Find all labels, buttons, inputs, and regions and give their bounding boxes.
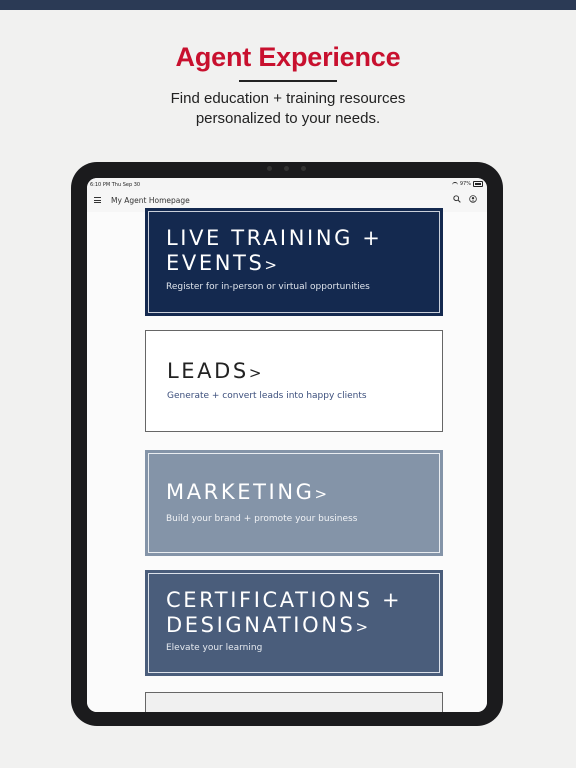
battery-percent: 97%	[459, 181, 471, 187]
card-title-line-1: MARKETING	[166, 480, 315, 504]
camera-dot	[301, 166, 306, 171]
card-description: Register for in-person or virtual opport…	[166, 282, 370, 292]
status-bar: 6:10 PM Thu Sep 30 97%	[87, 178, 487, 190]
tablet-screen: 6:10 PM Thu Sep 30 97% My Agent Homepage	[87, 178, 487, 712]
chevron-right-icon: >	[264, 256, 277, 274]
card-description: Build your brand + promote your business	[166, 514, 358, 524]
content-scroll-area[interactable]: LIVE TRAINING + EVENTS> Register for in-…	[87, 208, 487, 712]
chevron-right-icon: >	[314, 485, 328, 503]
profile-icon[interactable]	[469, 195, 477, 203]
card-live-training-events[interactable]: LIVE TRAINING + EVENTS> Register for in-…	[145, 208, 443, 316]
app-title: My Agent Homepage	[111, 196, 190, 205]
card-certifications-designations[interactable]: CERTIFICATIONS + DESIGNATIONS> Elevate y…	[145, 570, 443, 676]
chevron-right-icon: >	[248, 364, 262, 382]
chevron-right-icon: >	[355, 618, 369, 636]
card-title: LEADS>	[167, 359, 261, 386]
top-accent-bar	[0, 0, 576, 10]
status-indicators: 97%	[451, 181, 483, 187]
promo-headline: Agent Experience	[175, 42, 401, 72]
promo-subtitle-line-2: personalized to your needs.	[195, 110, 381, 127]
status-time: 6:10 PM Thu Sep 30	[90, 182, 141, 188]
card-title: MARKETING>	[166, 480, 327, 507]
camera-dot	[267, 166, 272, 171]
card-title-line-1: CERTIFICATIONS +	[166, 588, 403, 612]
card-title-line-2: DESIGNATIONS	[166, 613, 356, 637]
card-description: Elevate your learning	[166, 643, 263, 653]
card-title: CERTIFICATIONS + DESIGNATIONS>	[166, 588, 402, 640]
headline-underline	[239, 80, 337, 82]
card-title-line-1: LEADS	[167, 359, 249, 383]
card-description: Generate + convert leads into happy clie…	[167, 391, 367, 401]
card-leads[interactable]: LEADS> Generate + convert leads into hap…	[145, 330, 443, 432]
tablet-frame: 6:10 PM Thu Sep 30 97% My Agent Homepage	[71, 162, 503, 726]
camera-dot	[284, 166, 289, 171]
card-title: LIVE TRAINING + EVENTS>	[166, 226, 383, 278]
search-icon[interactable]	[453, 195, 461, 203]
card-marketing[interactable]: MARKETING> Build your brand + promote yo…	[145, 450, 443, 556]
card-title-line-1: LIVE TRAINING +	[166, 226, 383, 250]
promo-subtitle: Find education + training resources pers…	[0, 89, 576, 129]
card-partial[interactable]	[145, 692, 443, 712]
card-title-line-2: EVENTS	[166, 251, 265, 275]
promo-subtitle-line-1: Find education + training resources	[170, 90, 406, 107]
battery-icon	[473, 181, 483, 187]
wifi-icon	[451, 181, 458, 187]
hamburger-menu-icon[interactable]	[94, 197, 101, 204]
